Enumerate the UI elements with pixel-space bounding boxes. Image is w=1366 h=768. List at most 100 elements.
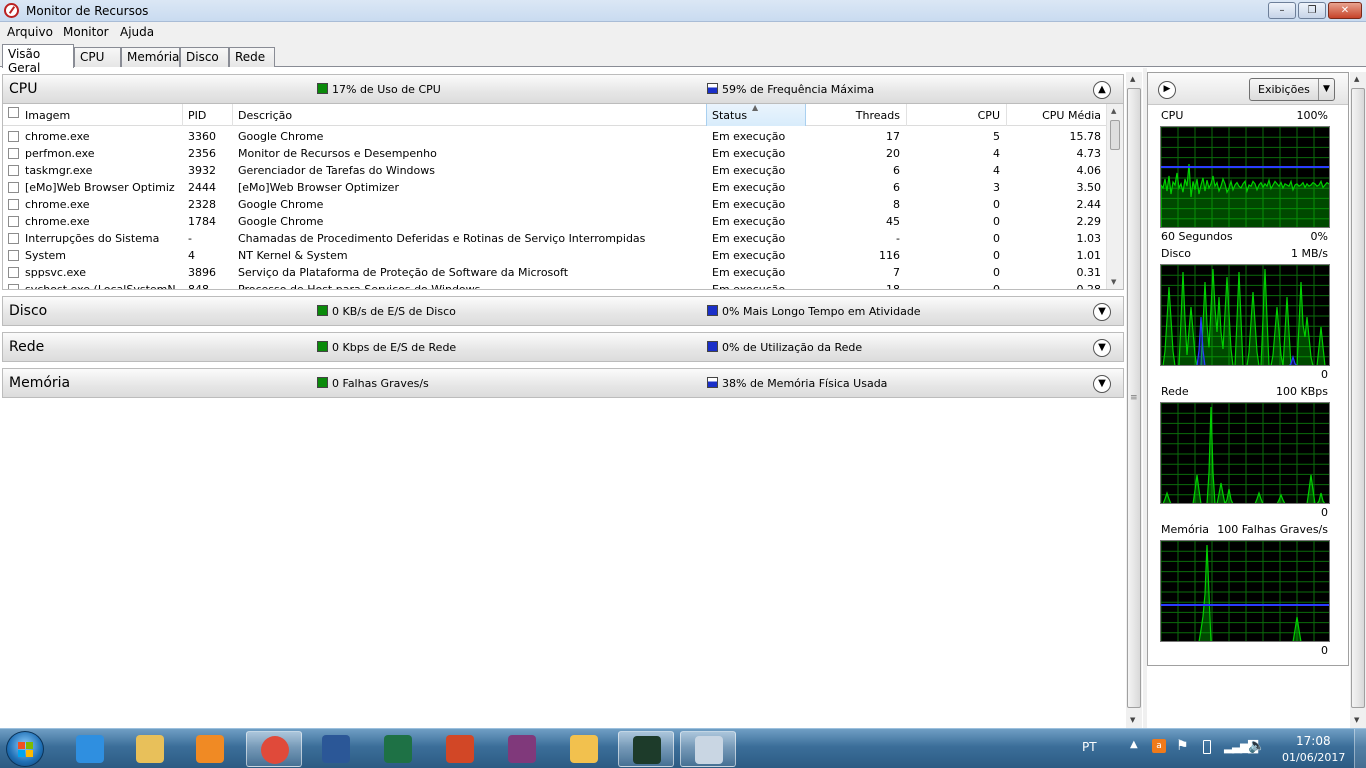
expand-chevron-down-icon[interactable]: ▼ — [1093, 339, 1111, 357]
row-checkbox[interactable] — [8, 267, 19, 278]
column-threads[interactable]: Threads — [806, 109, 900, 122]
disk-activity-stat: 0% Mais Longo Tempo em Atividade — [707, 305, 921, 318]
taskbar-powerpoint-button[interactable] — [432, 731, 488, 767]
cell-cpu: 0 — [993, 249, 1000, 262]
column-cpu[interactable]: CPU — [906, 109, 1000, 122]
cell-description: Serviço da Plataforma de Proteção de Sof… — [238, 266, 569, 279]
table-row[interactable]: [eMo]Web Browser Optimiz... 2444 [eMo]Web … — [3, 179, 1108, 196]
scroll-down-arrow-icon[interactable]: ▼ — [1354, 716, 1359, 724]
taskbar-excel-button[interactable] — [370, 731, 426, 767]
scrollbar-thumb[interactable] — [1351, 88, 1365, 708]
taskbar-chrome-button[interactable] — [246, 731, 302, 767]
tab-cpu[interactable]: CPU — [74, 47, 121, 67]
menu-monitor[interactable]: Monitor — [63, 25, 109, 39]
cell-image: sppsvc.exe — [25, 266, 86, 279]
row-checkbox[interactable] — [8, 284, 19, 289]
cpu-section-header[interactable]: CPU 17% de Uso de CPU 59% de Frequência … — [2, 74, 1124, 104]
minimize-button[interactable]: – — [1268, 2, 1296, 19]
taskbar-word-button[interactable] — [308, 731, 364, 767]
column-description[interactable]: Descrição — [238, 109, 292, 122]
cell-description: NT Kernel & System — [238, 249, 348, 262]
table-row[interactable]: chrome.exe 2328 Google Chrome Em execução 8 0… — [3, 196, 1108, 213]
volume-icon[interactable]: 🔈 — [1248, 738, 1265, 768]
graphs-scrollbar[interactable]: ▲ ▼ — [1350, 72, 1366, 728]
row-checkbox[interactable] — [8, 216, 19, 227]
clock-date[interactable]: 01/06/2017 — [1282, 751, 1345, 768]
taskbar-media-player-button[interactable] — [182, 731, 238, 767]
row-checkbox[interactable] — [8, 199, 19, 210]
chevron-right-icon[interactable]: ▶ — [1158, 81, 1176, 99]
memory-section-title: Memória — [9, 375, 71, 391]
scroll-up-arrow-icon[interactable]: ▲ — [1130, 75, 1135, 83]
row-checkbox[interactable] — [8, 165, 19, 176]
taskbar-outlook-button[interactable] — [556, 731, 612, 767]
column-separator — [232, 104, 233, 126]
start-button[interactable] — [6, 731, 44, 767]
row-checkbox[interactable] — [8, 182, 19, 193]
tab-network[interactable]: Rede — [229, 47, 275, 67]
row-checkbox[interactable] — [8, 233, 19, 244]
taskbar-onenote-button[interactable] — [494, 731, 550, 767]
table-row[interactable]: taskmgr.exe 3932 Gerenciador de Tarefas do… — [3, 162, 1108, 179]
language-indicator[interactable]: PT — [1082, 740, 1097, 768]
scroll-up-arrow-icon[interactable]: ▲ — [1111, 107, 1116, 115]
cell-cpu-average: 4.73 — [1076, 147, 1102, 160]
close-button[interactable]: ✕ — [1328, 2, 1362, 19]
network-section-header[interactable]: Rede 0 Kbps de E/S de Rede 0% de Utiliza… — [2, 332, 1124, 362]
taskbar-performance-monitor-button[interactable] — [680, 731, 736, 767]
expand-chevron-down-icon[interactable]: ▼ — [1093, 303, 1111, 321]
tab-memory[interactable]: Memória — [121, 47, 180, 67]
cell-image: Interrupções do Sistema — [25, 232, 160, 245]
battery-icon[interactable] — [1203, 740, 1211, 754]
row-checkbox[interactable] — [8, 131, 19, 142]
scroll-up-arrow-icon[interactable]: ▲ — [1354, 75, 1359, 83]
scroll-down-arrow-icon[interactable]: ▼ — [1111, 278, 1116, 286]
cell-pid: 2328 — [188, 198, 216, 211]
tab-disk[interactable]: Disco — [180, 47, 229, 67]
taskbar-internet-explorer-button[interactable] — [62, 731, 118, 767]
scroll-down-arrow-icon[interactable]: ▼ — [1130, 716, 1135, 724]
table-row[interactable]: svchost.exe (LocalSystemNet... 848 Process… — [3, 281, 1108, 290]
taskbar-file-explorer-button[interactable] — [122, 731, 178, 767]
collapse-chevron-up-icon[interactable]: ▲ — [1093, 81, 1111, 99]
column-cpu-average[interactable]: CPU Média — [1006, 109, 1101, 122]
cell-description: Gerenciador de Tarefas do Windows — [238, 164, 435, 177]
scrollbar-thumb[interactable] — [1110, 120, 1120, 150]
cell-status: Em execução — [712, 232, 786, 245]
tab-overview[interactable]: Visão Geral — [2, 44, 74, 75]
cell-image: perfmon.exe — [25, 147, 95, 160]
cell-status: Em execução — [712, 283, 786, 290]
dropdown-arrow-icon[interactable]: ▼ — [1318, 79, 1334, 100]
row-checkbox[interactable] — [8, 148, 19, 159]
blue-legend-icon — [707, 377, 718, 388]
disk-section-header[interactable]: Disco 0 KB/s de E/S de Disco 0% Mais Lon… — [2, 296, 1124, 326]
select-all-checkbox[interactable] — [8, 107, 19, 118]
views-dropdown[interactable]: Exibições ▼ — [1249, 78, 1335, 101]
cell-status: Em execução — [712, 198, 786, 211]
table-row[interactable]: chrome.exe 3360 Google Chrome Em execução 17… — [3, 128, 1108, 145]
table-scrollbar[interactable]: ▲ ▼ — [1106, 104, 1123, 289]
column-image[interactable]: Imagem — [25, 109, 70, 122]
show-hidden-icons-icon[interactable]: ▲ — [1130, 739, 1138, 768]
table-row[interactable]: perfmon.exe 2356 Monitor de Recursos e Des… — [3, 145, 1108, 162]
table-row[interactable]: System 4 NT Kernel & System Em execução 116 0… — [3, 247, 1108, 264]
taskbar-resource-monitor-button[interactable] — [618, 731, 674, 767]
table-row[interactable]: Interrupções do Sistema - Chamadas de Proc… — [3, 230, 1108, 247]
maximize-button[interactable]: ❐ — [1298, 2, 1326, 19]
expand-chevron-down-icon[interactable]: ▼ — [1093, 375, 1111, 393]
menu-file[interactable]: Arquivo — [7, 25, 53, 39]
cell-cpu: 4 — [993, 147, 1000, 160]
menu-help[interactable]: Ajuda — [120, 25, 154, 39]
show-desktop-button[interactable] — [1354, 729, 1366, 768]
graphs-pane: ▶ Exibições ▼ CPU 100% 60 Segundos 0% Di… — [1147, 72, 1349, 666]
table-row[interactable]: sppsvc.exe 3896 Serviço da Plataforma de P… — [3, 264, 1108, 281]
memory-section-header[interactable]: Memória 0 Falhas Graves/s 38% de Memória… — [2, 368, 1124, 398]
tray-app-icon[interactable]: a — [1152, 739, 1166, 753]
column-status[interactable]: Status — [712, 109, 747, 122]
action-center-flag-icon[interactable]: ⚑ — [1176, 738, 1189, 768]
table-row[interactable]: chrome.exe 1784 Google Chrome Em execução 45… — [3, 213, 1108, 230]
cell-pid: 3360 — [188, 130, 216, 143]
network-section-title: Rede — [9, 339, 45, 355]
row-checkbox[interactable] — [8, 250, 19, 261]
column-pid[interactable]: PID — [188, 109, 206, 122]
